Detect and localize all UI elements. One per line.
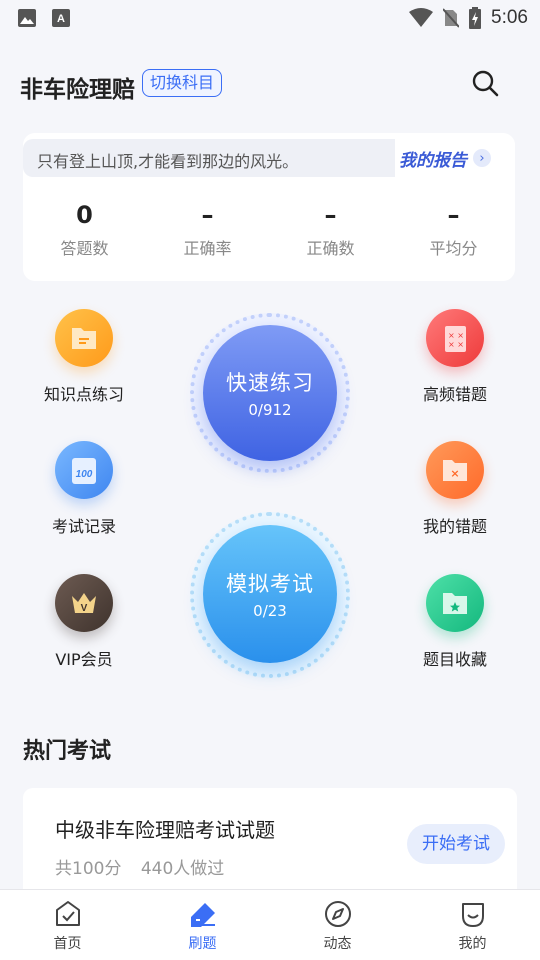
vip-member-label: VIP会员 — [55, 650, 113, 669]
stat-label: 正确数 — [306, 239, 355, 258]
exam-records-button[interactable]: 100 考试记录 — [24, 441, 144, 537]
frequent-errors-label: 高频错题 — [422, 385, 487, 404]
profile-icon — [461, 903, 484, 927]
folder-icon — [55, 309, 113, 367]
mock-exam-button[interactable]: 模拟考试 0/23 — [190, 512, 350, 682]
exam-name: 中级非车险理赔考试试题 — [55, 818, 275, 842]
tab-practice[interactable]: 刷题 — [135, 890, 270, 960]
home-check-icon — [55, 901, 80, 926]
knowledge-practice-button[interactable]: 知识点练习 — [24, 309, 144, 405]
stat-value: 0 — [76, 201, 93, 229]
favorites-button[interactable]: 题目收藏 — [395, 574, 515, 670]
quote-bar: 只有登上山顶,才能看到那边的风光。 我的报告 › — [23, 139, 515, 177]
crown-icon: V — [55, 574, 113, 632]
stat-grid: 0 答题数 – 正确率 – 正确数 – 平均分 — [23, 199, 515, 259]
vip-member-button[interactable]: V VIP会员 — [24, 574, 144, 670]
stat-label: 平均分 — [429, 239, 478, 258]
mock-exam-title: 模拟考试 — [226, 572, 314, 596]
tab-profile-label: 我的 — [458, 936, 487, 952]
stat-accuracy: – 正确率 — [146, 199, 269, 259]
stat-label: 正确率 — [183, 239, 232, 258]
svg-text:A: A — [57, 13, 65, 25]
quick-practice-title: 快速练习 — [226, 371, 314, 395]
exam-meta: 共100分 440人做过 — [55, 854, 238, 879]
notebook-icon: 100 — [55, 441, 113, 499]
bottom-tab-bar: 首页 刷题 动态 我的 — [0, 889, 540, 960]
tab-home-label: 首页 — [53, 936, 82, 952]
compass-icon — [324, 901, 351, 927]
stat-value: – — [324, 201, 337, 229]
stat-correct: – 正确数 — [269, 199, 392, 259]
exam-total-score: 共100分 — [55, 859, 122, 879]
quick-practice-count: 0/912 — [248, 401, 292, 419]
star-folder-icon — [426, 574, 484, 632]
switch-subject-button[interactable]: 切换科目 — [142, 69, 223, 97]
my-report-label: 我的报告 — [399, 150, 467, 171]
my-errors-button[interactable]: × 我的错题 — [395, 441, 515, 537]
error-book-icon: × × × × — [426, 309, 484, 367]
svg-text:× ×: × × — [448, 340, 464, 349]
battery-icon — [469, 7, 482, 29]
tab-feed[interactable]: 动态 — [270, 890, 405, 960]
hot-exams-title: 热门考试 — [23, 739, 112, 764]
stats-card: 只有登上山顶,才能看到那边的风光。 我的报告 › 0 答题数 – 正确率 – 正… — [23, 133, 515, 281]
header: 非车险理赔 切换科目 — [0, 60, 540, 110]
status-bar: A 5:06 — [0, 0, 540, 36]
stat-average: – 平均分 — [392, 199, 515, 259]
svg-text:×: × — [450, 467, 459, 480]
svg-text:V: V — [81, 603, 88, 614]
image-icon — [18, 9, 36, 27]
search-icon[interactable] — [470, 68, 500, 98]
tab-practice-label: 刷题 — [188, 936, 217, 952]
favorites-label: 题目收藏 — [422, 650, 487, 669]
quick-practice-button[interactable]: 快速练习 0/912 — [190, 313, 350, 473]
stat-value: – — [201, 201, 214, 229]
start-exam-button[interactable]: 开始考试 — [407, 824, 505, 864]
font-icon: A — [52, 9, 70, 27]
stat-answered: 0 答题数 — [23, 199, 146, 259]
mock-exam-count: 0/23 — [253, 602, 287, 620]
page-title: 非车险理赔 — [20, 77, 135, 103]
wifi-icon — [409, 8, 434, 27]
svg-text:100: 100 — [76, 469, 93, 480]
tab-profile[interactable]: 我的 — [405, 890, 540, 960]
my-report-link[interactable]: 我的报告 › — [395, 139, 515, 177]
knowledge-practice-label: 知识点练习 — [43, 385, 124, 404]
chevron-right-icon: › — [473, 149, 491, 167]
stat-value: – — [447, 201, 460, 229]
motivational-quote: 只有登上山顶,才能看到那边的风光。 — [37, 152, 299, 171]
pencil-icon — [190, 903, 215, 927]
tab-home[interactable]: 首页 — [0, 890, 135, 960]
error-folder-icon: × — [426, 441, 484, 499]
exam-records-label: 考试记录 — [51, 517, 116, 536]
tab-feed-label: 动态 — [323, 936, 352, 952]
svg-text:× ×: × × — [448, 331, 464, 340]
clock: 5:06 — [491, 7, 528, 28]
no-sim-icon — [443, 8, 460, 28]
my-errors-label: 我的错题 — [422, 517, 487, 536]
stat-label: 答题数 — [60, 239, 109, 258]
exam-takers: 440人做过 — [140, 859, 225, 879]
frequent-errors-button[interactable]: × × × × 高频错题 — [395, 309, 515, 405]
